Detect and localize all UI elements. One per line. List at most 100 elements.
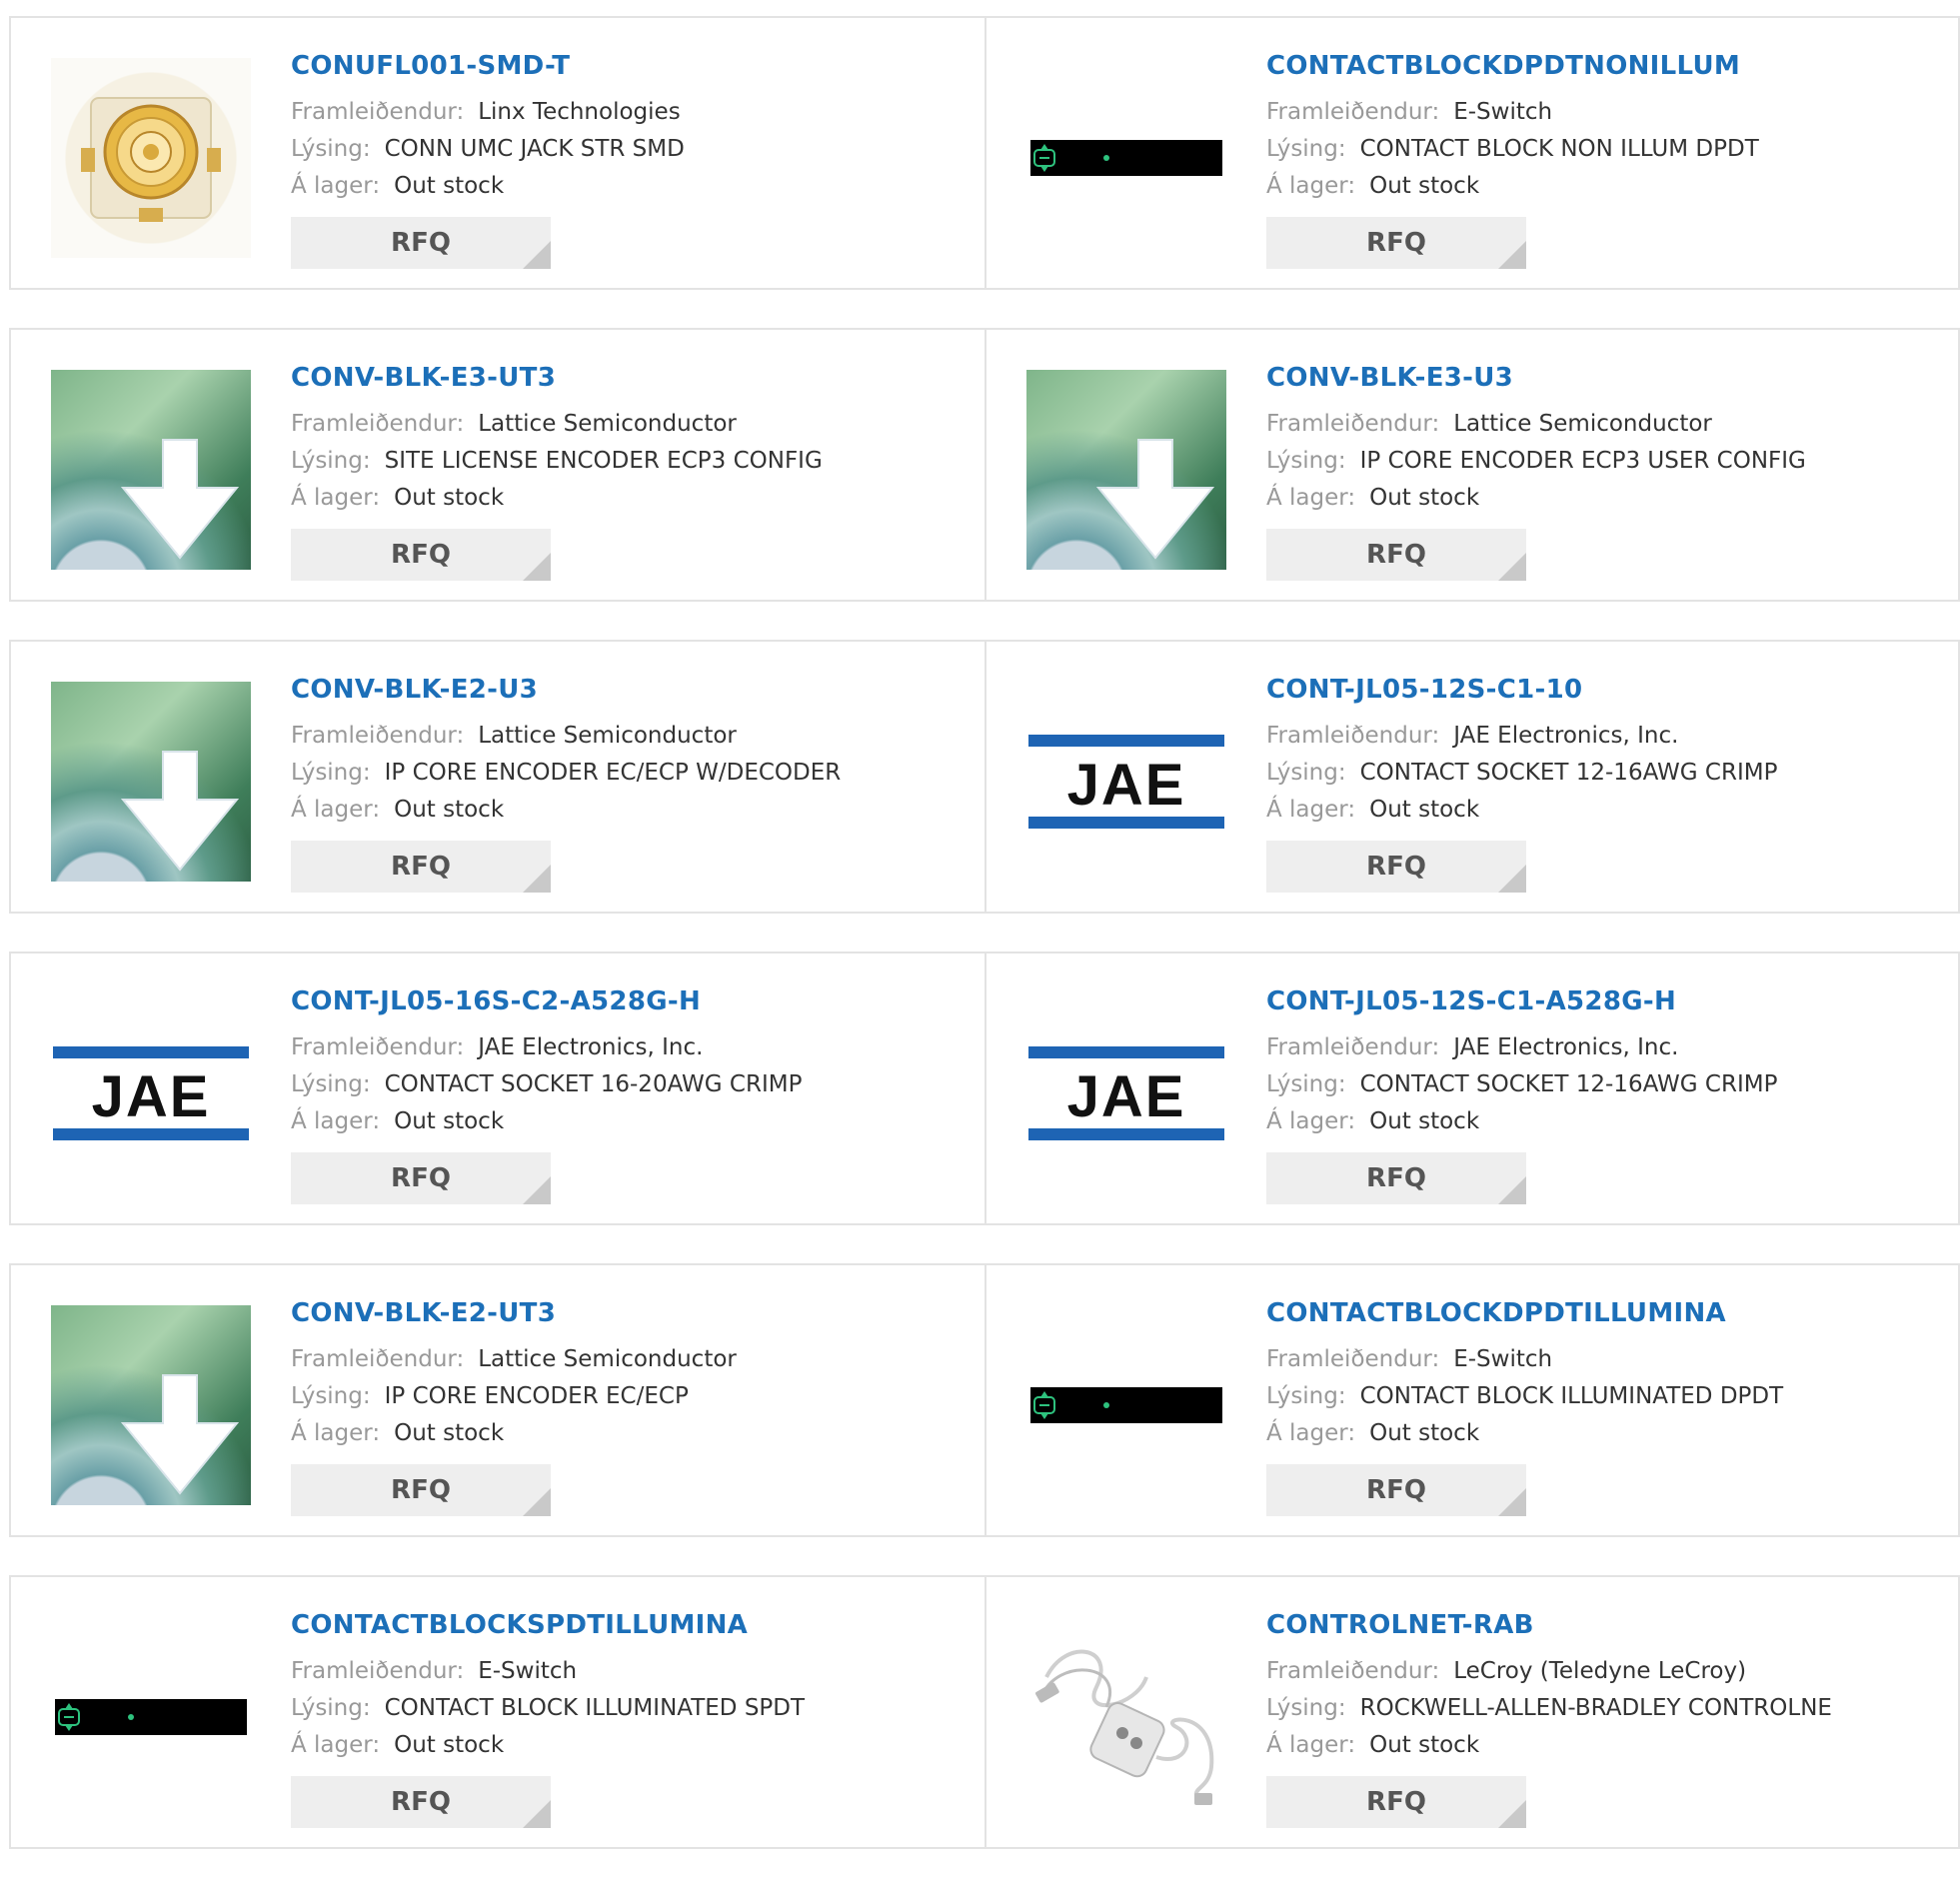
product-thumbnail[interactable] xyxy=(51,58,251,258)
stock-label: Á lager: xyxy=(291,1108,381,1134)
rfq-button[interactable]: RFQ xyxy=(291,1152,551,1204)
manufacturer-label: Framleiðendur: xyxy=(1266,1346,1440,1372)
manufacturer-label: Framleiðendur: xyxy=(1266,723,1440,749)
manufacturer-value: Lattice Semiconductor xyxy=(478,723,737,749)
product-thumbnail[interactable] xyxy=(1026,370,1226,570)
product-thumbnail[interactable]: JAE xyxy=(1026,993,1226,1193)
rfq-button[interactable]: RFQ xyxy=(1266,1464,1526,1516)
stock-label: Á lager: xyxy=(1266,485,1356,511)
corner-fold-icon xyxy=(523,865,551,893)
rfq-button[interactable]: RFQ xyxy=(291,217,551,269)
product-part-number-link[interactable]: CONTACTBLOCKSPDTILLUMINA xyxy=(291,1607,805,1643)
rfq-button-label: RFQ xyxy=(1366,1475,1426,1505)
rfq-button[interactable]: RFQ xyxy=(291,529,551,581)
corner-fold-icon xyxy=(523,553,551,581)
stock-value: Out stock xyxy=(1369,173,1480,199)
stock-row: Á lager: Out stock xyxy=(1266,1103,1777,1140)
manufacturer-row: Framleiðendur: JAE Electronics, Inc. xyxy=(291,1029,802,1066)
product-part-number-link[interactable]: CONT-JL05-12S-C1-A528G-H xyxy=(1266,983,1777,1019)
stock-row: Á lager: Out stock xyxy=(1266,792,1777,829)
product-info: CONUFL001-SMD-T Framleiðendur: Linx Techn… xyxy=(291,48,685,269)
manufacturer-value: E-Switch xyxy=(478,1658,578,1684)
product-part-number-link[interactable]: CONV-BLK-E3-U3 xyxy=(1266,360,1806,396)
product-part-number-link[interactable]: CONTACTBLOCKDPDTNONILLUM xyxy=(1266,48,1759,84)
product-grid: CONUFL001-SMD-T Framleiðendur: Linx Techn… xyxy=(9,16,1960,1887)
rfq-button[interactable]: RFQ xyxy=(1266,1776,1526,1828)
description-label: Lýsing: xyxy=(291,448,371,474)
jae-logo-icon: JAE xyxy=(53,1046,249,1140)
product-row: CONV-BLK-E3-UT3 Framleiðendur: Lattice Se… xyxy=(9,328,1960,602)
stock-row: Á lager: Out stock xyxy=(291,168,685,205)
manufacturer-row: Framleiðendur: Linx Technologies xyxy=(291,94,685,131)
product-thumbnail[interactable] xyxy=(51,1305,251,1505)
rfq-button[interactable]: RFQ xyxy=(1266,529,1526,581)
product-info: CONV-BLK-E3-U3 Framleiðendur: Lattice Sem… xyxy=(1266,360,1806,581)
product-thumbnail[interactable] xyxy=(1026,58,1226,258)
product-part-number-link[interactable]: CONV-BLK-E2-UT3 xyxy=(291,1295,737,1331)
product-part-number-link[interactable]: CONV-BLK-E2-U3 xyxy=(291,672,841,708)
product-part-number-link[interactable]: CONTACTBLOCKDPDTILLUMINA xyxy=(1266,1295,1783,1331)
product-thumbnail[interactable]: JAE xyxy=(51,993,251,1193)
description-value: ROCKWELL-ALLEN-BRADLEY CONTROLNE xyxy=(1359,1695,1832,1721)
description-row: Lýsing: IP CORE ENCODER ECP3 USER CONFIG xyxy=(1266,443,1806,480)
manufacturer-row: Framleiðendur: E-Switch xyxy=(1266,1341,1783,1378)
product-thumbnail[interactable] xyxy=(51,370,251,570)
stock-label: Á lager: xyxy=(1266,1108,1356,1134)
product-part-number-link[interactable]: CONT-JL05-16S-C2-A528G-H xyxy=(291,983,802,1019)
product-part-number-link[interactable]: CONTROLNET-RAB xyxy=(1266,1607,1832,1643)
product-thumbnail[interactable] xyxy=(1026,1617,1226,1817)
product-thumbnail[interactable] xyxy=(51,1617,251,1817)
product-info: CONT-JL05-16S-C2-A528G-H Framleiðendur: J… xyxy=(291,983,802,1204)
rfq-button-label: RFQ xyxy=(391,1163,451,1193)
rfq-button[interactable]: RFQ xyxy=(291,1464,551,1516)
product-card: JAE CONT-JL05-12S-C1-A528G-H Framleiðend… xyxy=(986,951,1960,1225)
stock-row: Á lager: Out stock xyxy=(291,1103,802,1140)
rfq-button[interactable]: RFQ xyxy=(1266,1152,1526,1204)
manufacturer-row: Framleiðendur: JAE Electronics, Inc. xyxy=(1266,1029,1777,1066)
rfq-button[interactable]: RFQ xyxy=(291,1776,551,1828)
rfq-button-label: RFQ xyxy=(1366,228,1426,258)
rfq-button-label: RFQ xyxy=(1366,1787,1426,1817)
product-thumbnail[interactable] xyxy=(1026,1305,1226,1505)
description-label: Lýsing: xyxy=(291,1383,371,1409)
product-part-number-link[interactable]: CONUFL001-SMD-T xyxy=(291,48,685,84)
product-part-number-link[interactable]: CONV-BLK-E3-UT3 xyxy=(291,360,823,396)
product-thumbnail[interactable]: JAE xyxy=(1026,682,1226,882)
rfq-button[interactable]: RFQ xyxy=(1266,841,1526,893)
manufacturer-label: Framleiðendur: xyxy=(291,411,465,437)
manufacturer-value: JAE Electronics, Inc. xyxy=(1453,723,1679,749)
corner-fold-icon xyxy=(1498,1488,1526,1516)
switch-placeholder-icon xyxy=(1030,140,1222,176)
rfq-button-label: RFQ xyxy=(1366,540,1426,570)
manufacturer-value: Lattice Semiconductor xyxy=(1453,411,1712,437)
rfq-button-label: RFQ xyxy=(391,852,451,882)
description-label: Lýsing: xyxy=(291,1695,371,1721)
stock-value: Out stock xyxy=(1369,797,1480,823)
stock-row: Á lager: Out stock xyxy=(1266,1727,1832,1764)
stock-label: Á lager: xyxy=(1266,173,1356,199)
rfq-button-label: RFQ xyxy=(391,1787,451,1817)
stock-label: Á lager: xyxy=(291,1732,381,1758)
rfq-button[interactable]: RFQ xyxy=(291,841,551,893)
product-thumbnail[interactable] xyxy=(51,682,251,882)
manufacturer-row: Framleiðendur: Lattice Semiconductor xyxy=(291,406,823,443)
stock-value: Out stock xyxy=(394,485,505,511)
description-value: CONTACT SOCKET 12-16AWG CRIMP xyxy=(1359,760,1778,786)
manufacturer-value: Lattice Semiconductor xyxy=(478,1346,737,1372)
product-card: CONTACTBLOCKDPDTNONILLUM Framleiðendur: E… xyxy=(986,16,1960,290)
description-row: Lýsing: ROCKWELL-ALLEN-BRADLEY CONTROLNE xyxy=(1266,1690,1832,1727)
description-value: CONTACT SOCKET 12-16AWG CRIMP xyxy=(1359,1071,1778,1097)
description-row: Lýsing: CONTACT SOCKET 12-16AWG CRIMP xyxy=(1266,755,1777,792)
description-row: Lýsing: SITE LICENSE ENCODER ECP3 CONFIG xyxy=(291,443,823,480)
stock-value: Out stock xyxy=(394,1732,505,1758)
product-part-number-link[interactable]: CONT-JL05-12S-C1-10 xyxy=(1266,672,1777,708)
rfq-button[interactable]: RFQ xyxy=(1266,217,1526,269)
description-value: CONTACT BLOCK ILLUMINATED DPDT xyxy=(1359,1383,1784,1409)
product-card: CONV-BLK-E2-UT3 Framleiðendur: Lattice Se… xyxy=(9,1263,986,1537)
rfq-button-label: RFQ xyxy=(391,540,451,570)
description-row: Lýsing: IP CORE ENCODER EC/ECP W/DECODER xyxy=(291,755,841,792)
product-card: CONV-BLK-E3-UT3 Framleiðendur: Lattice Se… xyxy=(9,328,986,602)
description-label: Lýsing: xyxy=(1266,448,1346,474)
manufacturer-label: Framleiðendur: xyxy=(291,723,465,749)
product-info: CONTACTBLOCKDPDTNONILLUM Framleiðendur: E… xyxy=(1266,48,1759,269)
